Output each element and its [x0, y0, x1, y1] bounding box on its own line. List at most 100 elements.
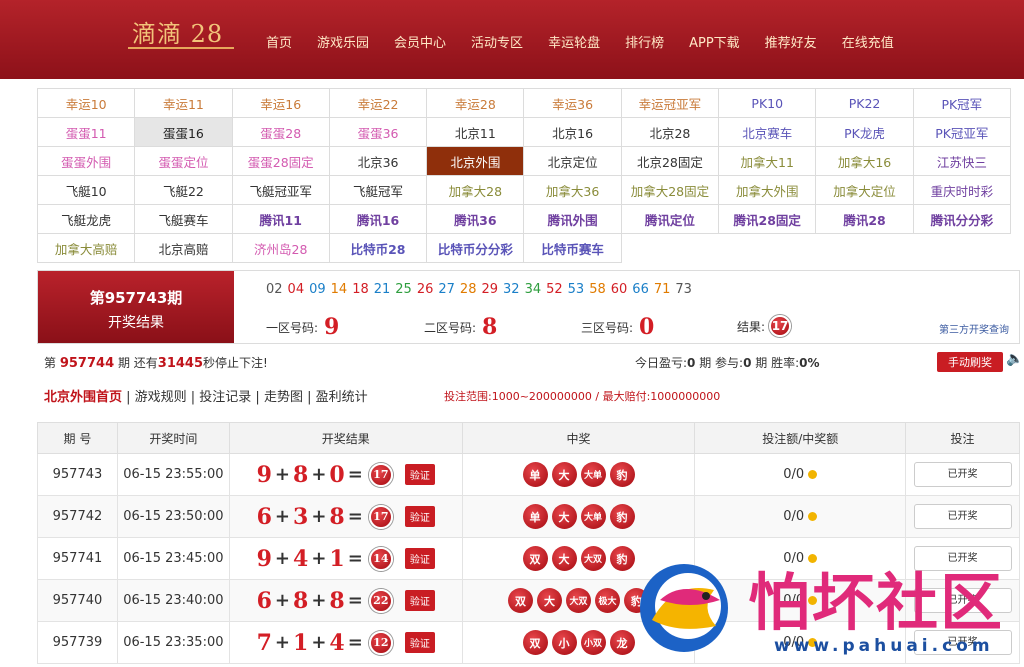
game-tab[interactable]: 蛋蛋定位 [134, 146, 233, 176]
game-tab[interactable]: 加拿大定位 [815, 175, 914, 205]
game-tab[interactable]: 比特币28 [328, 233, 428, 263]
game-tab[interactable]: 飞艇22 [134, 175, 233, 205]
game-tab[interactable]: 腾讯28固定 [718, 204, 817, 234]
game-tab[interactable]: 江苏快三 [912, 146, 1011, 176]
game-tab[interactable]: 腾讯36 [426, 204, 525, 234]
zone2-value: 8 [482, 314, 498, 340]
verify-button[interactable]: 验证 [404, 632, 435, 653]
info-text: 期 还有 [117, 356, 158, 370]
game-tab[interactable]: 加拿大16 [815, 146, 914, 176]
nav-item[interactable]: 在线充值 [842, 32, 894, 51]
game-tab[interactable]: 幸运16 [231, 88, 330, 118]
amount-value: 0/0 [783, 467, 805, 482]
game-tab[interactable]: 加拿大28固定 [620, 175, 720, 205]
opened-button[interactable]: 已开奖 [913, 588, 1012, 613]
game-tab[interactable]: 飞艇冠军 [328, 175, 428, 205]
game-tab[interactable]: 飞艇冠亚军 [231, 175, 330, 205]
game-tab[interactable]: 腾讯分分彩 [912, 204, 1011, 234]
game-tab[interactable]: 幸运冠亚军 [620, 88, 720, 118]
verify-button[interactable]: 验证 [404, 464, 435, 485]
bet-cell: 已开奖 [905, 621, 1020, 664]
opened-button[interactable]: 已开奖 [913, 462, 1012, 487]
game-tab[interactable]: 济州岛28 [231, 233, 330, 263]
manual-refresh-button[interactable]: 手动刷奖 [937, 352, 1003, 372]
result-cell: 9 +8 +0 = 17 验证 [228, 453, 463, 496]
game-tab[interactable]: 加拿大36 [523, 175, 622, 205]
result-period: 第957743期 [89, 289, 183, 307]
game-tab[interactable]: 北京28 [620, 117, 720, 147]
nav-item[interactable]: 幸运轮盘 [548, 32, 600, 51]
game-tab[interactable]: PK22 [815, 88, 914, 118]
game-tab[interactable]: PK冠亚军 [912, 117, 1011, 147]
game-tab[interactable]: 飞艇10 [37, 175, 136, 205]
game-tab[interactable]: 腾讯11 [231, 204, 330, 234]
other-links[interactable]: | 游戏规则 | 投注记录 | 走势图 | 盈利统计 [122, 390, 367, 405]
game-tab[interactable]: 幸运36 [523, 88, 622, 118]
game-tab[interactable]: 蛋蛋28 [231, 117, 330, 147]
info-text: 秒停止下注! [203, 356, 268, 370]
home-link[interactable]: 北京外围首页 [44, 390, 122, 405]
opened-button[interactable]: 已开奖 [913, 546, 1012, 571]
game-tab[interactable]: 腾讯16 [328, 204, 428, 234]
win-badge: 极大 [595, 588, 621, 613]
game-tab[interactable]: 北京11 [426, 117, 525, 147]
verify-button[interactable]: 验证 [404, 590, 435, 611]
game-tab[interactable]: 加拿大28 [426, 175, 525, 205]
game-tab[interactable]: PK龙虎 [815, 117, 914, 147]
game-tab[interactable]: 蛋蛋36 [328, 117, 428, 147]
third-party-link[interactable]: 第三方开奖查询 [939, 321, 1009, 336]
game-tab[interactable]: 蛋蛋28固定 [231, 146, 330, 176]
game-tab[interactable]: PK10 [718, 88, 817, 118]
game-tab[interactable]: 幸运10 [37, 88, 136, 118]
win-badge: 单 [522, 462, 548, 487]
table-row: 957741 06-15 23:45:00 9 +4 +1 = 14 验证双大大双豹 0/0 已开… [37, 537, 1020, 580]
opened-button[interactable]: 已开奖 [913, 504, 1012, 529]
nav-item[interactable]: 活动专区 [471, 32, 523, 51]
game-tab[interactable]: 加拿大11 [718, 146, 817, 176]
game-tab[interactable]: 比特币分分彩 [426, 233, 525, 263]
game-tab[interactable]: 蛋蛋11 [37, 117, 136, 147]
nav-item[interactable]: 推荐好友 [765, 32, 817, 51]
win-badges: 单大大单豹 [463, 504, 695, 529]
game-tab[interactable]: 北京高赔 [134, 233, 233, 263]
game-tab[interactable]: PK冠军 [912, 88, 1011, 118]
site-logo[interactable]: 滴滴 28 [132, 14, 223, 49]
opened-button[interactable]: 已开奖 [913, 630, 1012, 655]
game-tab[interactable]: 重庆时时彩 [912, 175, 1011, 205]
game-tab[interactable]: 腾讯外围 [523, 204, 622, 234]
game-tab[interactable]: 北京36 [328, 146, 428, 176]
draw-number: 26 [416, 282, 434, 297]
game-tab[interactable]: 幸运11 [134, 88, 233, 118]
game-tab[interactable]: 北京定位 [523, 146, 622, 176]
speaker-icon[interactable]: 🔈 [1006, 351, 1023, 367]
draw-number: 18 [352, 282, 369, 297]
game-tab[interactable]: 蛋蛋外围 [37, 146, 136, 176]
game-tab[interactable]: 腾讯28 [815, 204, 914, 234]
nav-item[interactable]: APP下载 [689, 32, 740, 51]
nav-item[interactable]: 会员中心 [394, 32, 446, 51]
draw-number: 71 [653, 282, 671, 297]
plus-sign: + [311, 548, 327, 569]
game-tab[interactable]: 幸运22 [328, 88, 428, 118]
game-tab[interactable]: 北京16 [523, 117, 622, 147]
game-row: 飞艇10 飞艇22 飞艇冠亚军 飞艇冠军 加拿大28 加拿大36 加拿大28固定 加拿大外围加… [37, 175, 1020, 205]
game-tab[interactable]: 飞艇赛车 [134, 204, 233, 234]
nav-item[interactable]: 首页 [266, 32, 292, 51]
game-tab[interactable]: 飞艇龙虎 [37, 204, 136, 234]
game-tab[interactable]: 加拿大高赔 [37, 233, 136, 263]
result-cell: 7 +1 +4 = 12 验证 [228, 621, 463, 664]
game-tab[interactable]: 北京赛车 [718, 117, 817, 147]
verify-button[interactable]: 验证 [404, 548, 435, 569]
game-tab[interactable]: 腾讯定位 [620, 204, 720, 234]
game-tab[interactable]: 北京外围 [426, 146, 525, 176]
game-tab[interactable]: 加拿大外围 [718, 175, 817, 205]
amount-value: 0/0 [783, 509, 805, 524]
verify-button[interactable]: 验证 [404, 506, 435, 527]
game-tab[interactable]: 北京28固定 [620, 146, 720, 176]
nav-item[interactable]: 排行榜 [625, 32, 664, 51]
game-tab[interactable]: 比特币赛车 [523, 233, 622, 263]
today-label: 今日盈亏: [635, 356, 688, 370]
game-tab[interactable]: 幸运28 [426, 88, 525, 118]
game-tab[interactable]: 蛋蛋16 [134, 117, 233, 147]
nav-item[interactable]: 游戏乐园 [317, 32, 369, 51]
